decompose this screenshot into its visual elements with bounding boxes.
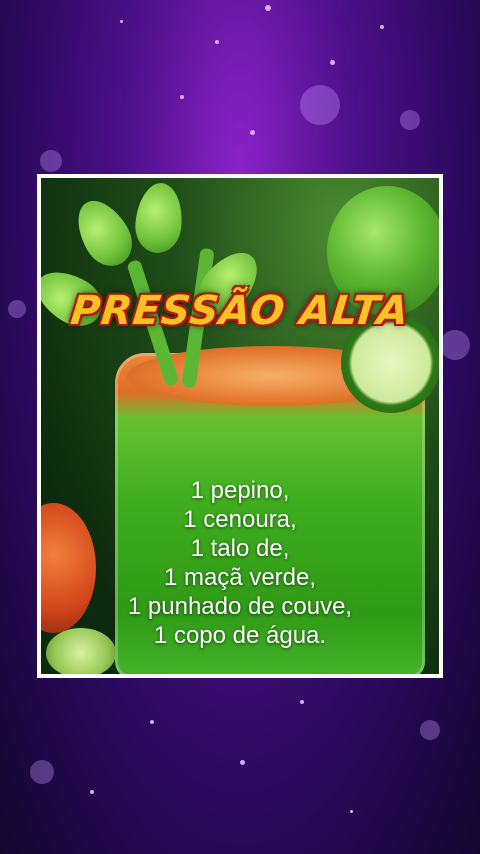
bokeh-dot <box>8 300 26 318</box>
ingredient-item: 1 talo de, <box>190 535 290 562</box>
sparkle-dot <box>215 40 219 44</box>
sparkle-dot <box>240 760 245 765</box>
sparkle-dot <box>330 60 335 65</box>
ingredient-item: 1 copo de água. <box>153 622 327 649</box>
ingredient-item: 1 cenoura, <box>183 506 297 533</box>
bokeh-dot <box>440 330 470 360</box>
bokeh-dot <box>420 720 440 740</box>
bokeh-dot <box>400 110 420 130</box>
bokeh-dot <box>30 760 54 784</box>
sparkle-dot <box>350 810 353 813</box>
sparkle-dot <box>120 20 123 23</box>
ingredient-item: 1 punhado de couve, <box>127 593 353 620</box>
sparkle-dot <box>150 720 154 724</box>
sparkle-dot <box>180 95 184 99</box>
ingredient-item: 1 maçã verde, <box>163 564 317 591</box>
ingredient-item: 1 pepino, <box>190 477 290 504</box>
sparkle-dot <box>380 25 384 29</box>
sparkle-dot <box>300 700 304 704</box>
bokeh-dot <box>40 150 62 172</box>
recipe-card: PRESSÃO ALTA 1 pepino, 1 cenoura, 1 talo… <box>37 174 443 678</box>
sparkle-dot <box>90 790 94 794</box>
celery-leaf <box>133 181 185 255</box>
ingredient-list: 1 pepino, 1 cenoura, 1 talo de, 1 maçã v… <box>41 476 439 650</box>
recipe-title: PRESSÃO ALTA <box>68 288 412 334</box>
bokeh-dot <box>300 85 340 125</box>
sparkle-dot <box>250 130 255 135</box>
juice-photo: PRESSÃO ALTA 1 pepino, 1 cenoura, 1 talo… <box>41 178 439 674</box>
sparkle-dot <box>265 5 271 11</box>
